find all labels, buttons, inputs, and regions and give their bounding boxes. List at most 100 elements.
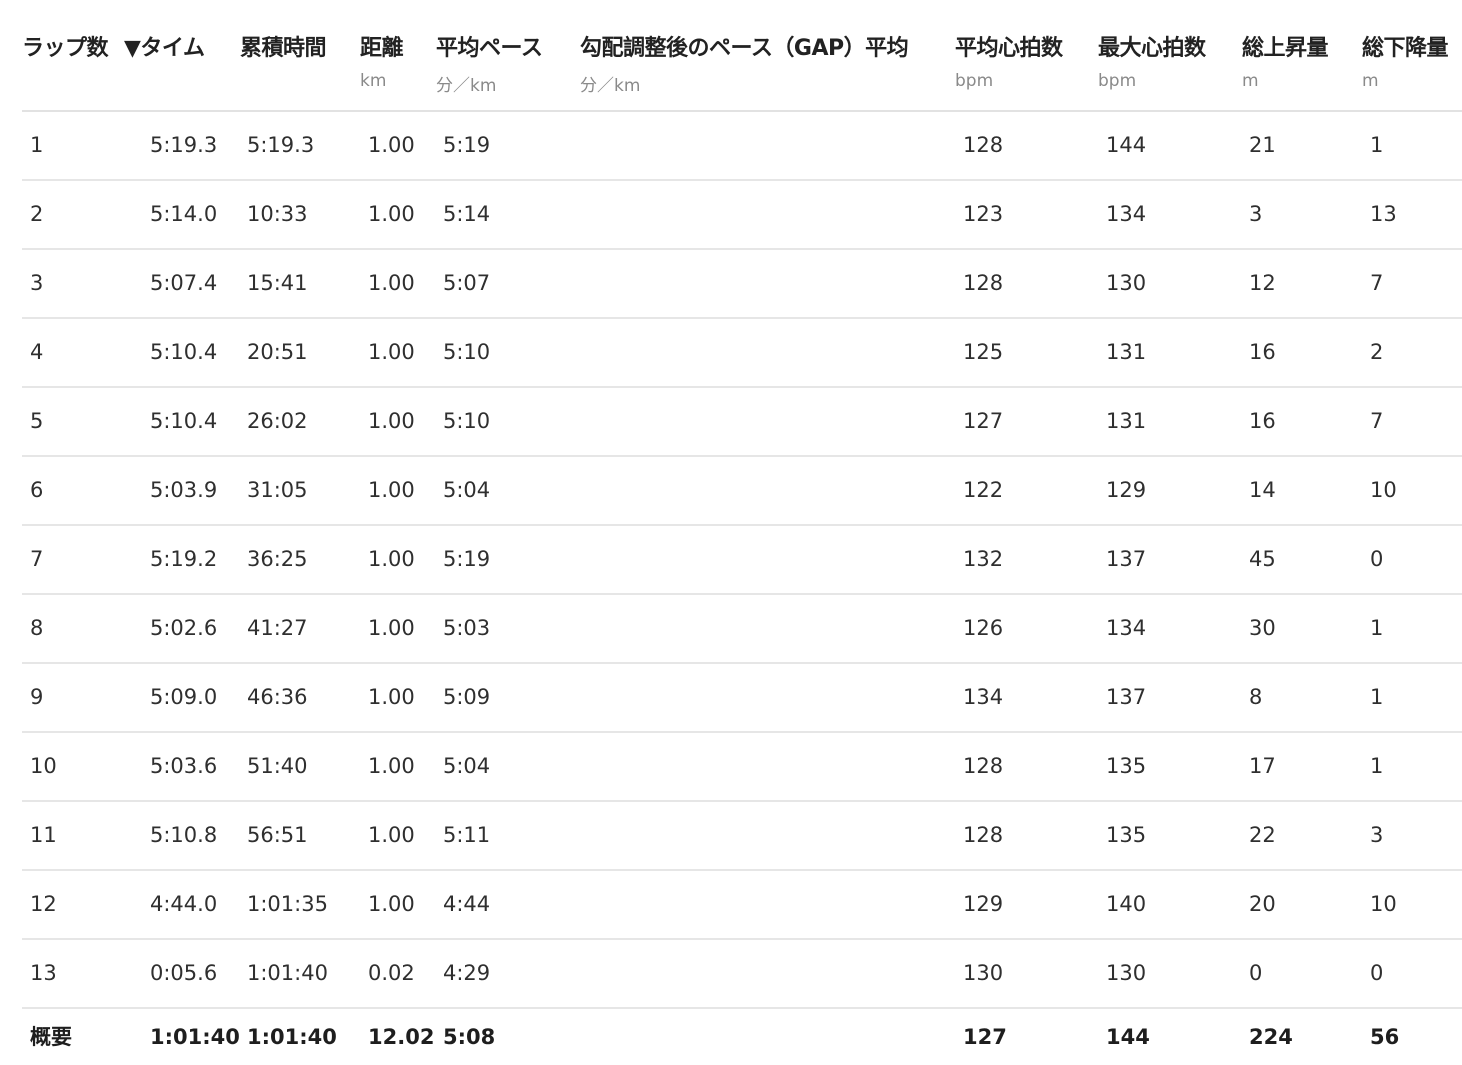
summary-ascent: 224 (1249, 1025, 1293, 1049)
cell-lap: 3 (30, 271, 44, 295)
cell-avg_hr: 132 (963, 547, 1004, 571)
table-header: ラップ数 ▼タイム 累積時間 距離 km 平均ペース 分／km 勾配調整後のペース（GAP）平… (22, 0, 1462, 112)
cell-pace: 5:09 (443, 685, 491, 709)
cell-max_hr: 135 (1106, 754, 1147, 778)
cell-distance: 1.00 (368, 754, 415, 778)
cell-time: 5:09.0 (150, 685, 218, 709)
column-title: 最大心拍数 (1098, 36, 1206, 61)
cell-max_hr: 131 (1106, 409, 1147, 433)
cell-lap: 13 (30, 961, 57, 985)
cell-time: 5:10.4 (150, 409, 218, 433)
column-header-cumulative: 累積時間 (240, 30, 327, 71)
table-row: 9 5:09.0 46:36 1.00 5:09 134 137 8 1 (22, 664, 1462, 733)
cell-time: 5:19.3 (150, 133, 218, 157)
cell-lap: 1 (30, 133, 44, 157)
cell-max_hr: 134 (1106, 616, 1147, 640)
column-header-max_hr: 最大心拍数 bpm (1098, 30, 1206, 91)
cell-pace: 5:14 (443, 202, 491, 226)
summary-time: 1:01:40 (150, 1025, 240, 1049)
cell-cumulative: 20:51 (247, 340, 308, 364)
cell-avg_hr: 134 (963, 685, 1004, 709)
table-body: 1 5:19.3 5:19.3 1.00 5:19 128 144 21 1 2 5:14.0 10:… (22, 112, 1462, 1009)
cell-ascent: 3 (1249, 202, 1263, 226)
table-row: 1 5:19.3 5:19.3 1.00 5:19 128 144 21 1 (22, 112, 1462, 181)
cell-ascent: 45 (1249, 547, 1276, 571)
cell-pace: 4:29 (443, 961, 491, 985)
column-title: 平均心拍数 (955, 36, 1063, 61)
cell-distance: 1.00 (368, 202, 415, 226)
column-title: ラップ数 (22, 36, 109, 61)
summary-pace: 5:08 (443, 1025, 496, 1049)
cell-ascent: 0 (1249, 961, 1263, 985)
cell-max_hr: 137 (1106, 685, 1147, 709)
cell-cumulative: 56:51 (247, 823, 308, 847)
cell-max_hr: 140 (1106, 892, 1147, 916)
cell-distance: 0.02 (368, 961, 415, 985)
cell-distance: 1.00 (368, 409, 415, 433)
cell-descent: 0 (1370, 547, 1384, 571)
cell-avg_hr: 122 (963, 478, 1004, 502)
summary-lap: 概要 (30, 1025, 72, 1049)
cell-lap: 7 (30, 547, 44, 571)
column-title: 総上昇量 (1242, 36, 1329, 61)
cell-distance: 1.00 (368, 133, 415, 157)
cell-max_hr: 130 (1106, 961, 1147, 985)
column-header-gap: 勾配調整後のペース（GAP）平均 分／km (580, 30, 909, 96)
cell-cumulative: 1:01:40 (247, 961, 328, 985)
cell-descent: 10 (1370, 892, 1397, 916)
cell-cumulative: 5:19.3 (247, 133, 315, 157)
cell-time: 5:03.6 (150, 754, 218, 778)
cell-time: 5:19.2 (150, 547, 218, 571)
cell-cumulative: 1:01:35 (247, 892, 328, 916)
table-row: 5 5:10.4 26:02 1.00 5:10 127 131 16 7 (22, 388, 1462, 457)
summary-row: 概要 1:01:40 1:01:40 12.02 5:08 127 144 224 56 (22, 1009, 1462, 1065)
cell-distance: 1.00 (368, 892, 415, 916)
column-unit: km (360, 71, 387, 91)
cell-distance: 1.00 (368, 271, 415, 295)
cell-ascent: 16 (1249, 409, 1276, 433)
column-header-avg_hr: 平均心拍数 bpm (955, 30, 1063, 91)
summary-avg_hr: 127 (963, 1025, 1007, 1049)
table-row: 3 5:07.4 15:41 1.00 5:07 128 130 12 7 (22, 250, 1462, 319)
cell-cumulative: 31:05 (247, 478, 308, 502)
summary-distance: 12.02 (368, 1025, 435, 1049)
cell-time: 5:10.8 (150, 823, 218, 847)
cell-max_hr: 144 (1106, 133, 1147, 157)
cell-distance: 1.00 (368, 823, 415, 847)
cell-pace: 5:07 (443, 271, 491, 295)
cell-time: 5:07.4 (150, 271, 218, 295)
column-unit: bpm (955, 71, 994, 91)
table-row: 7 5:19.2 36:25 1.00 5:19 132 137 45 0 (22, 526, 1462, 595)
cell-pace: 5:10 (443, 340, 491, 364)
cell-pace: 5:03 (443, 616, 491, 640)
cell-avg_hr: 127 (963, 409, 1004, 433)
cell-pace: 5:04 (443, 478, 491, 502)
column-header-descent: 総下降量 m (1362, 30, 1449, 91)
cell-descent: 1 (1370, 685, 1384, 709)
cell-distance: 1.00 (368, 685, 415, 709)
cell-lap: 10 (30, 754, 57, 778)
column-header-ascent: 総上昇量 m (1242, 30, 1329, 91)
column-unit: bpm (1098, 71, 1137, 91)
cell-max_hr: 134 (1106, 202, 1147, 226)
cell-pace: 5:19 (443, 133, 491, 157)
cell-cumulative: 26:02 (247, 409, 308, 433)
cell-lap: 5 (30, 409, 44, 433)
cell-avg_hr: 128 (963, 271, 1004, 295)
cell-max_hr: 131 (1106, 340, 1147, 364)
cell-pace: 5:10 (443, 409, 491, 433)
cell-ascent: 21 (1249, 133, 1276, 157)
summary-descent: 56 (1370, 1025, 1400, 1049)
cell-cumulative: 51:40 (247, 754, 308, 778)
cell-distance: 1.00 (368, 340, 415, 364)
column-title: 距離 (360, 36, 404, 61)
cell-pace: 5:11 (443, 823, 491, 847)
column-title: 総下降量 (1362, 36, 1449, 61)
column-unit: m (1242, 71, 1259, 91)
column-header-time[interactable]: ▼タイム (124, 30, 205, 71)
table-row: 10 5:03.6 51:40 1.00 5:04 128 135 17 1 (22, 733, 1462, 802)
cell-max_hr: 129 (1106, 478, 1147, 502)
cell-cumulative: 15:41 (247, 271, 308, 295)
column-unit: 分／km (436, 76, 497, 96)
cell-descent: 7 (1370, 409, 1384, 433)
